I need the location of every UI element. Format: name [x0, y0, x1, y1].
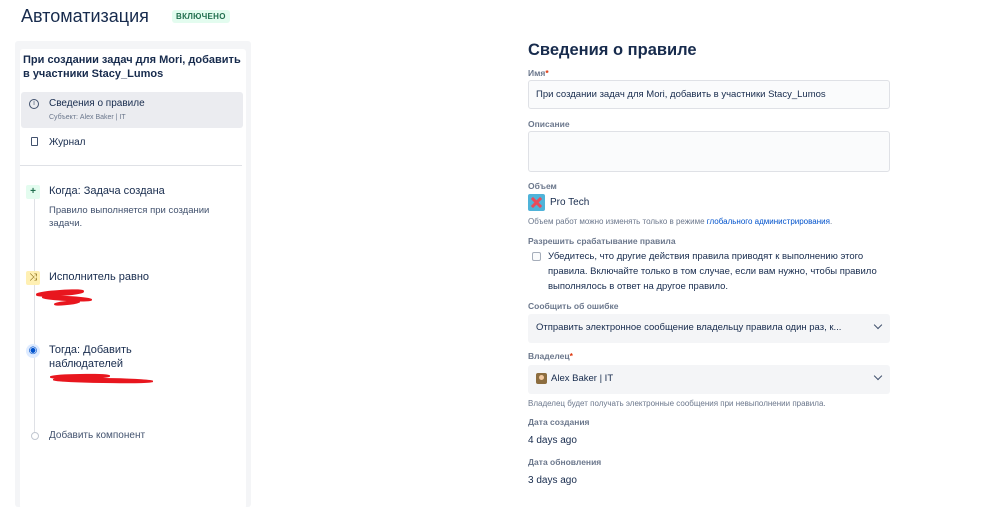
trigger-description: Правило выполняется при создании задачи. — [49, 205, 210, 229]
global-admin-link[interactable]: глобального администрирования — [707, 217, 830, 226]
rule-actor: Субъект: Alex Baker | IT — [49, 114, 126, 121]
name-label: Имя* — [528, 68, 549, 78]
timeline-line — [34, 199, 35, 434]
owner-label: Владелец* — [528, 351, 573, 361]
page-title: Автоматизация — [21, 6, 149, 26]
plus-icon: + — [26, 185, 40, 199]
created-value: 4 days ago — [528, 435, 577, 446]
sidebar-item-label: Журнал — [49, 137, 86, 148]
error-label: Сообщить об ошибке — [528, 301, 619, 311]
error-select-value: Отправить электронное сообщение владельц… — [536, 322, 842, 333]
required-mark: * — [569, 351, 573, 361]
add-component-label: Добавить компонент — [49, 430, 146, 441]
chevron-down-icon — [873, 320, 883, 330]
project-logo-icon — [528, 194, 545, 211]
chevron-down-icon — [873, 371, 883, 381]
sidebar-item-label: Сведения о правиле — [49, 98, 145, 109]
condition-component[interactable]: ⤨ Исполнитель равно — [20, 270, 242, 310]
redaction-mark — [52, 377, 154, 384]
eye-icon: ◉ — [26, 344, 40, 358]
rule-sidebar: При создании задач для Mori, добавить в … — [15, 41, 251, 507]
condition-title: Исполнитель равно — [49, 271, 150, 283]
required-mark: * — [545, 68, 549, 78]
avatar — [536, 373, 547, 384]
sidebar-rule-title: При создании задач для Mori, добавить в … — [23, 54, 241, 80]
action-component[interactable]: ◉ Тогда: Добавить наблюдателей — [20, 343, 242, 388]
form-title: Сведения о правиле — [528, 41, 697, 59]
circle-icon — [31, 432, 39, 440]
error-notification-select[interactable]: Отправить электронное сообщение владельц… — [528, 314, 890, 343]
allow-trigger-text: Убедитесь, что другие действия правила п… — [548, 251, 877, 292]
document-icon — [31, 137, 38, 146]
sidebar-divider — [20, 165, 242, 166]
shuffle-icon: ⤨ — [26, 271, 40, 285]
scope-helper: Объем работ можно изменять только в режи… — [528, 217, 833, 226]
redaction-mark — [53, 299, 81, 307]
scope-value: Pro Tech — [550, 197, 590, 208]
trigger-title: Когда: Задача создана — [49, 185, 165, 197]
status-badge: ВКЛЮЧЕНО — [172, 10, 230, 23]
description-textarea[interactable] — [528, 131, 890, 172]
scope-label: Объем — [528, 181, 557, 191]
allow-trigger-label: Разрешить срабатывание правила — [528, 236, 676, 246]
sidebar-item-journal[interactable]: Журнал — [21, 135, 243, 155]
owner-select-value: Alex Baker | IT — [551, 373, 614, 384]
sidebar-item-rule-details[interactable]: i Сведения о правиле Субъект: Alex Baker… — [21, 92, 243, 128]
info-icon: i — [29, 99, 39, 109]
owner-helper: Владелец будет получать электронные сооб… — [528, 399, 826, 408]
add-component-button[interactable]: Добавить компонент — [20, 429, 242, 445]
updated-value: 3 days ago — [528, 475, 577, 486]
trigger-component[interactable]: + Когда: Задача создана Правило выполняе… — [20, 184, 242, 234]
owner-select[interactable]: Alex Baker | IT — [528, 365, 890, 394]
rule-components-card: При создании задач для Mori, добавить в … — [20, 49, 246, 507]
allow-trigger-checkbox[interactable] — [532, 252, 541, 261]
action-title: Тогда: Добавить наблюдателей — [49, 344, 132, 370]
updated-label: Дата обновления — [528, 457, 602, 467]
rule-name-input[interactable] — [528, 80, 890, 109]
created-label: Дата создания — [528, 417, 590, 427]
description-label: Описание — [528, 119, 570, 129]
